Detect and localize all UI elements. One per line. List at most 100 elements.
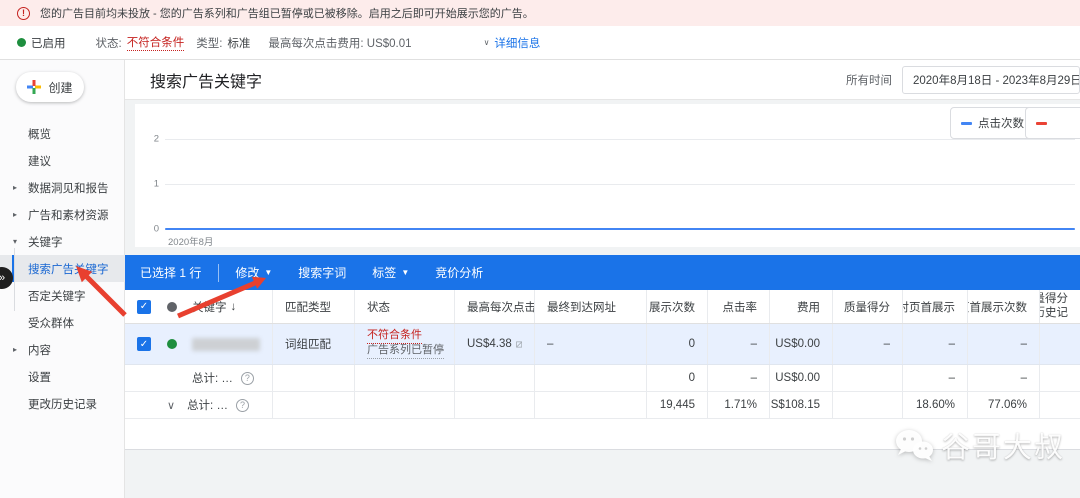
header-impressions[interactable]: 展示次数 [647,290,708,323]
chevron-down-icon: ▼ [401,268,410,277]
labels-menu-button[interactable]: 标签 ▼ [372,264,409,281]
keyword-column-header[interactable]: 关键字 ↓ [192,299,236,315]
y-axis-tick: 1 [153,178,159,190]
details-link[interactable]: ∨ 详细信息 [484,35,541,51]
sidebar-item-recommendations[interactable]: 建议 [0,147,125,174]
status-field: 状态: 不符合条件 [96,34,185,51]
create-button[interactable]: 创建 [16,72,84,102]
total-ctr: – [708,365,770,391]
total-impressions: 0 [647,365,708,391]
table-header-row: ✓ 关键字 ↓ 匹配类型 状态 最高每次点击费 最终到达网址 展示次数 点击率 … [125,290,1080,324]
total-cost: US$0.00 [770,365,833,391]
page-titlebar: 搜索广告关键字 所有时间 2020年8月18日 - 2023年8月29日 [125,60,1080,100]
total-row-filtered: 总计: … ? 0 – US$0.00 – – [125,365,1080,392]
gridline [165,184,1075,185]
cell-final-url: – [535,324,647,364]
warning-banner: ! 您的广告目前均未投放 - 您的广告系列和广告组已暂停或已被移除。启用之后即可… [0,0,1080,26]
header-status[interactable]: 状态 [355,290,455,323]
search-terms-button[interactable]: 搜索字词 [298,264,346,281]
header-max-cpc[interactable]: 最高每次点击费 [455,290,535,323]
chevron-down-icon: ∨ [483,38,490,47]
redacted-keyword [192,337,260,351]
chevron-down-icon: ▾ [13,237,18,246]
header-qs-history[interactable]: 质量得分 (历史记 [1040,290,1080,323]
details-label: 详细信息 [494,37,541,50]
status-label: 状态: [95,37,122,50]
warning-text: 您的广告目前均未投放 - 您的广告系列和广告组已暂停或已被移除。启用之后即可开始… [40,8,534,20]
sidebar-item-overview[interactable]: 概览 [0,120,125,147]
sidebar: 创建 概览 建议 ▸ 数据洞见和报告 ▸ 广告和素材资源 ▾ 关键字 搜索广告关… [0,60,125,498]
total-row-all: ∨ 总计: … ? 19,445 1.71% US$108.15 18.60% … [125,392,1080,419]
watermark-text: 谷哥大叔 [941,432,1066,464]
clicks-series-line [165,228,1075,230]
sidebar-item-audiences[interactable]: 受众群体 [0,309,125,336]
chevron-right-icon: ▸ [13,183,18,192]
sidebar-item-settings[interactable]: 设置 [0,363,125,390]
total-quality-score [833,365,903,391]
header-match-type[interactable]: 匹配类型 [273,290,355,323]
help-icon[interactable]: ? [235,398,249,412]
edit-menu-button[interactable]: 修改 ▼ [235,264,272,281]
total-abs-top-impr: – [903,365,968,391]
header-ctr[interactable]: 点击率 [708,290,770,323]
keyword-row-selected[interactable]: ✓ 词组匹配 不符合条件 广告系列已暂停 US$4.38 – 0 – US$0.… [125,324,1080,365]
help-icon[interactable]: ? [240,371,254,385]
header-top-impr[interactable]: 页首展示次数 [968,290,1040,323]
metric-label: 点击次数 [978,118,1024,130]
select-all-checkbox[interactable]: ✓ [137,299,151,314]
total-label-cell: 总计: … ? [125,365,273,391]
gridline [165,139,1075,140]
cell-quality-score: – [833,324,903,364]
header-cost[interactable]: 费用 [770,290,833,323]
sidebar-nav: 概览 建议 ▸ 数据洞见和报告 ▸ 广告和素材资源 ▾ 关键字 搜索广告关键字 … [0,120,125,417]
chart-section: 点击次数 ▼ 2 1 0 2020年8月 [125,100,1080,255]
sidebar-item-content[interactable]: ▸ 内容 [0,336,125,363]
sidebar-item-change-history[interactable]: 更改历史记录 [0,390,125,417]
sidebar-item-keywords[interactable]: ▾ 关键字 [0,228,125,255]
date-range-picker[interactable]: 2020年8月18日 - 2023年8月29日 [902,66,1080,94]
warning-icon: ! [17,6,30,20]
auction-insights-button[interactable]: 竞价分析 [435,264,483,281]
type-value: 标准 [227,37,251,50]
sidebar-item-search-keywords[interactable]: 搜索广告关键字 [0,255,125,282]
status-dot-icon [167,301,177,312]
sidebar-item-negative-keywords[interactable]: 否定关键字 [0,282,125,309]
cell-cost: US$0.00 [770,324,833,364]
row-checkbox[interactable]: ✓ [137,337,151,351]
cell-max-cpc[interactable]: US$4.38 [455,324,535,364]
y-axis-tick: 0 [153,223,159,235]
header-abs-top-impr[interactable]: 绝对页首展示 [903,290,968,323]
cell-qs-history [1040,324,1080,364]
type-field: 类型: 标准 [196,35,250,51]
metric-selector-second[interactable] [1025,107,1080,139]
max-cpc-field: 最高每次点击费用: US$0.01 [268,35,411,51]
header-final-url[interactable]: 最终到达网址 [535,290,647,323]
create-label: 创建 [48,80,73,95]
chevron-down-icon: ▼ [264,268,273,277]
total-label-cell: ∨ 总计: … ? [125,392,273,418]
cell-abs-top-impr: – [903,324,968,364]
bid-source-icon [515,341,522,347]
cell-ctr: – [708,324,770,364]
sidebar-item-ads-assets[interactable]: ▸ 广告和素材资源 [0,201,125,228]
enabled-status: 已启用 [17,35,66,51]
series-color-swatch [961,121,972,125]
time-scope-label: 所有时间 [846,75,892,87]
header-quality-score[interactable]: 质量得分 [833,290,903,323]
expand-totals-chevron-icon[interactable]: ∨ [167,399,175,412]
selection-count: 已选择 1 行 [140,266,202,280]
status-value[interactable]: 不符合条件 [126,34,185,51]
max-cpc-value: 最高每次点击费用: US$0.01 [268,37,412,50]
sidebar-item-insights-reports[interactable]: ▸ 数据洞见和报告 [0,174,125,201]
keywords-table: ✓ 关键字 ↓ 匹配类型 状态 最高每次点击费 最终到达网址 展示次数 点击率 … [125,290,1080,419]
enabled-label: 已启用 [31,37,66,50]
cell-keyword: ✓ [125,324,273,364]
total-cost: US$108.15 [770,392,833,418]
toolbar-divider [218,263,220,282]
plus-icon [27,80,42,94]
chart-card: 点击次数 ▼ 2 1 0 2020年8月 [135,104,1080,248]
enabled-dot-icon [167,339,177,349]
cell-match-type: 词组匹配 [273,324,355,364]
chevron-right-icon: ▸ [13,345,18,354]
cell-status: 不符合条件 广告系列已暂停 [355,324,455,364]
